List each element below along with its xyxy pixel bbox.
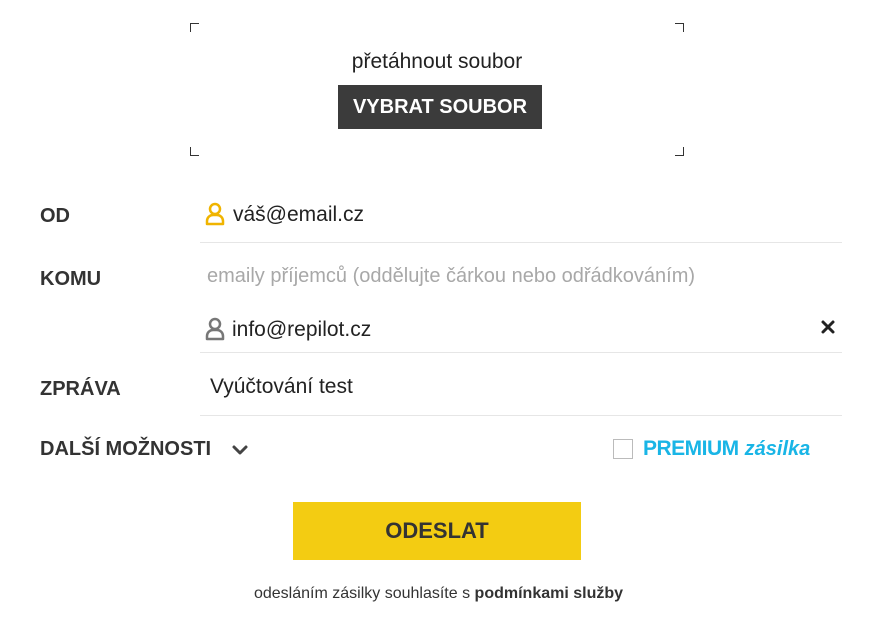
choose-file-button[interactable]: VYBRAT SOUBOR xyxy=(338,85,542,129)
premium-logo-text: PREMIUM xyxy=(643,437,739,460)
recipients-input[interactable]: emaily příjemců (oddělujte čárkou nebo o… xyxy=(207,265,695,288)
chevron-down-icon xyxy=(232,445,248,454)
terms-link[interactable]: podmínkami služby xyxy=(475,585,623,602)
from-label: OD xyxy=(40,205,70,227)
dropzone-corner xyxy=(190,23,199,32)
terms-prefix: odesláním zásilky souhlasíte s xyxy=(253,585,471,602)
premium-logo-subtext: zásilka xyxy=(744,437,811,460)
message-label: ZPRÁVA xyxy=(40,378,121,400)
dropzone-corner xyxy=(675,23,684,32)
dropzone-corner xyxy=(675,147,684,156)
dropzone-corner xyxy=(190,147,199,156)
close-icon[interactable] xyxy=(820,319,836,335)
divider xyxy=(200,415,842,416)
recipient-email: info@repilot.cz xyxy=(232,318,372,341)
dropzone-text: přetáhnout soubor xyxy=(351,50,523,73)
divider xyxy=(200,242,842,243)
more-options-toggle[interactable]: DALŠÍ MOŽNOSTI xyxy=(40,438,249,461)
terms-note: odesláním zásilky souhlasíte s podmínkam… xyxy=(0,585,877,603)
send-button[interactable]: ODESLAT xyxy=(293,502,581,560)
file-dropzone[interactable]: přetáhnout soubor VYBRAT SOUBOR xyxy=(190,23,684,156)
to-label: KOMU xyxy=(40,268,102,290)
from-field[interactable]: váš@email.cz xyxy=(233,203,364,227)
premium-checkbox[interactable] xyxy=(613,439,633,459)
premium-option[interactable]: PREMIUM zásilka xyxy=(613,437,810,461)
user-icon xyxy=(205,317,225,341)
message-field[interactable]: Vyúčtování test xyxy=(210,375,353,399)
divider xyxy=(200,352,842,353)
more-options-label: DALŠÍ MOŽNOSTI xyxy=(40,438,212,460)
user-icon xyxy=(205,202,225,226)
